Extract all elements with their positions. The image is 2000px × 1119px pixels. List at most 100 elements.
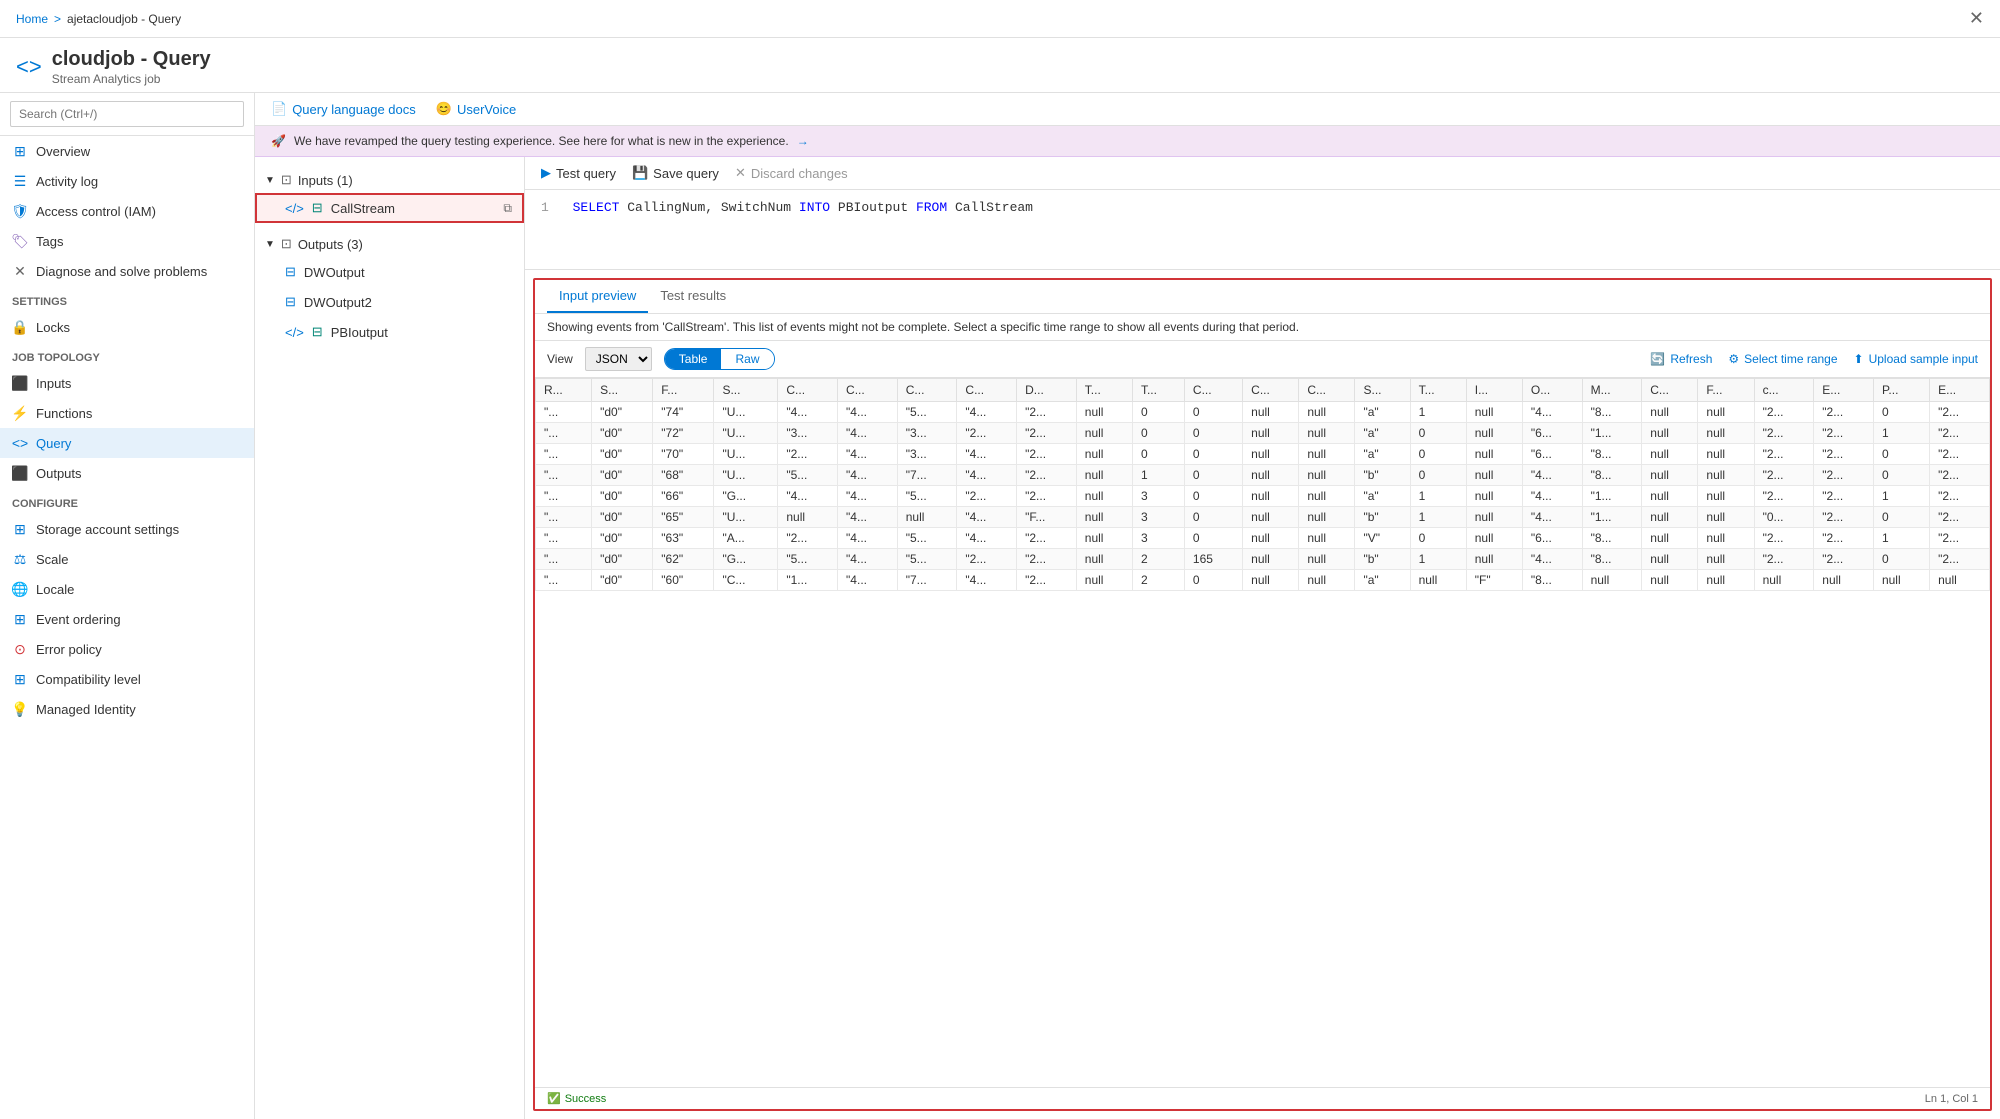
copy-icon[interactable]: ⧉: [503, 201, 512, 216]
page-title: cloudjob - Query: [52, 48, 211, 71]
table-cell: "6...: [1522, 444, 1582, 465]
discard-changes-button[interactable]: ✕ Discard changes: [735, 165, 848, 181]
callstream-item[interactable]: </> ⊟ CallStream ⧉: [255, 193, 524, 223]
table-cell: "4...: [838, 549, 898, 570]
table-cell: "2...: [1754, 423, 1814, 444]
table-cell: "F...: [1017, 507, 1077, 528]
table-cell: 0: [1184, 402, 1242, 423]
sidebar-item-managed-identity[interactable]: 💡 Managed Identity: [0, 694, 254, 724]
docs-button[interactable]: 📄 Query language docs: [271, 101, 416, 117]
test-query-label: Test query: [556, 166, 616, 181]
tree-pane: ▼ ⊡ Inputs (1) </> ⊟ CallStream ⧉: [255, 157, 525, 1119]
pbi-code-icon: </>: [285, 325, 304, 340]
pbioutput-item[interactable]: </> ⊟ PBIoutput: [255, 317, 524, 347]
table-cell: "2...: [957, 549, 1017, 570]
query-editor[interactable]: 1 SELECT CallingNum, SwitchNum INTO PBIo…: [525, 190, 2000, 270]
table-cell: "4...: [838, 402, 898, 423]
table-cell: "4...: [838, 570, 898, 591]
table-cell: null: [1243, 402, 1299, 423]
job-topology-header: Job topology: [0, 342, 254, 368]
sidebar-search-container: [0, 93, 254, 136]
table-cell: 1: [1410, 486, 1466, 507]
sidebar-item-locale[interactable]: 🌐 Locale: [0, 574, 254, 604]
table-cell: "5...: [897, 402, 957, 423]
table-cell: "U...: [714, 423, 778, 444]
data-table-container[interactable]: R...S...F...S...C...C...C...C...D...T...…: [535, 378, 1990, 1087]
docs-icon: 📄: [271, 101, 287, 117]
dw-icon: ⊟: [285, 264, 296, 280]
table-cell: "63": [653, 528, 714, 549]
sidebar-item-overview[interactable]: ⊞ Overview: [0, 136, 254, 166]
from-keyword: FROM: [916, 200, 947, 215]
test-query-button[interactable]: ▶ Test query: [541, 165, 616, 181]
table-row: "..."d0""65""U...null"4...null"4..."F...…: [536, 507, 1990, 528]
sidebar-scroll: ⊞ Overview ☰ Activity log 🛡 Access contr…: [0, 136, 254, 1119]
refresh-button[interactable]: 🔄 Refresh: [1650, 352, 1712, 366]
table-cell: 0: [1873, 465, 1929, 486]
table-toggle[interactable]: Table: [665, 349, 722, 369]
table-cell: "2...: [1814, 444, 1874, 465]
sidebar-item-locks[interactable]: 🔒 Locks: [0, 312, 254, 342]
sidebar-item-error-policy[interactable]: ⊙ Error policy: [0, 634, 254, 664]
time-range-icon: ⚙: [1728, 352, 1739, 366]
table-cell: "4...: [1522, 402, 1582, 423]
table-cell: "a": [1355, 402, 1410, 423]
rocket-icon: 🚀: [271, 134, 286, 148]
inputs-header[interactable]: ▼ ⊡ Inputs (1): [255, 167, 524, 193]
target-table: PBIoutput: [838, 200, 916, 215]
banner-arrow[interactable]: →: [797, 134, 809, 148]
sidebar-item-query[interactable]: <> Query: [0, 428, 254, 458]
refresh-icon: 🔄: [1650, 352, 1665, 366]
sidebar-item-diagnose[interactable]: ✕ Diagnose and solve problems: [0, 256, 254, 286]
table-cell: 0: [1873, 444, 1929, 465]
sidebar-item-activity-log[interactable]: ☰ Activity log: [0, 166, 254, 196]
table-cell: null: [1410, 570, 1466, 591]
table-cell: "5...: [897, 486, 957, 507]
query-icon: <>: [12, 435, 28, 451]
view-select[interactable]: JSON: [585, 347, 652, 371]
table-row: "..."d0""60""C..."1..."4..."7..."4..."2.…: [536, 570, 1990, 591]
query-actions: ▶ Test query 💾 Save query ✕ Discard chan…: [525, 157, 2000, 190]
outputs-header[interactable]: ▼ ⊡ Outputs (3): [255, 231, 524, 257]
query-toolbar: 📄 Query language docs 😊 UserVoice: [255, 93, 2000, 126]
sidebar-item-scale[interactable]: ⚖ Scale: [0, 544, 254, 574]
sidebar-item-tags[interactable]: 🏷 Tags: [0, 226, 254, 256]
raw-toggle[interactable]: Raw: [721, 349, 773, 369]
table-cell: "V": [1355, 528, 1410, 549]
uservoice-button[interactable]: 😊 UserVoice: [436, 101, 516, 117]
breadcrumb-home[interactable]: Home: [16, 12, 48, 26]
pbi-icon: ⊟: [312, 324, 323, 340]
sidebar-item-access-control[interactable]: 🛡 Access control (IAM): [0, 196, 254, 226]
dwoutput-item[interactable]: ⊟ DWOutput: [255, 257, 524, 287]
table-cell: "4...: [838, 423, 898, 444]
table-cell: "a": [1355, 423, 1410, 444]
table-cell: null: [1299, 402, 1355, 423]
sidebar-item-storage[interactable]: ⊞ Storage account settings: [0, 514, 254, 544]
sidebar-item-compatibility[interactable]: ⊞ Compatibility level: [0, 664, 254, 694]
search-input[interactable]: [10, 101, 244, 127]
tab-input-preview[interactable]: Input preview: [547, 280, 648, 313]
table-cell: "b": [1355, 507, 1410, 528]
upload-sample-button[interactable]: ⬆ Upload sample input: [1854, 352, 1978, 366]
results-info: Showing events from 'CallStream'. This l…: [535, 314, 1990, 341]
sidebar-item-outputs[interactable]: ⬛ Outputs: [0, 458, 254, 488]
table-cell: "...: [536, 528, 592, 549]
save-query-button[interactable]: 💾 Save query: [632, 165, 719, 181]
table-cell: "4...: [1522, 549, 1582, 570]
close-button[interactable]: ✕: [1969, 8, 1984, 29]
table-cell: "2...: [1930, 423, 1990, 444]
select-time-range-button[interactable]: ⚙ Select time range: [1728, 352, 1837, 366]
dwoutput2-item[interactable]: ⊟ DWOutput2: [255, 287, 524, 317]
sidebar-item-event-ordering[interactable]: ⊞ Event ordering: [0, 604, 254, 634]
table-cell: null: [1698, 486, 1754, 507]
table-cell: 0: [1873, 402, 1929, 423]
table-cell: "2...: [1930, 528, 1990, 549]
title-text: cloudjob - Query Stream Analytics job: [52, 48, 211, 86]
tab-test-results[interactable]: Test results: [648, 280, 738, 313]
table-cell: "4...: [778, 402, 838, 423]
sidebar-item-inputs[interactable]: ⬛ Inputs: [0, 368, 254, 398]
table-cell: null: [1243, 507, 1299, 528]
table-cell: null: [1243, 465, 1299, 486]
table-cell: "b": [1355, 465, 1410, 486]
sidebar-item-functions[interactable]: ⚡ Functions: [0, 398, 254, 428]
